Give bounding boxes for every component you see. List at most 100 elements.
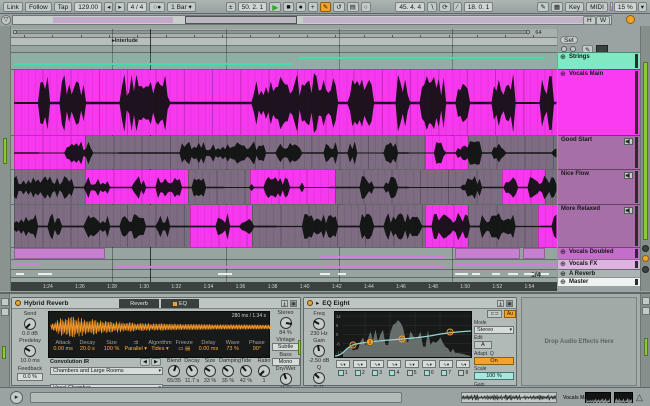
- audio-clip[interactable]: [320, 273, 330, 275]
- band-filter-type-select[interactable]: ∿▾: [422, 360, 436, 368]
- audio-clip[interactable]: [14, 170, 85, 204]
- track-lane-vocals-fx[interactable]: [11, 259, 557, 269]
- feedback-value[interactable]: 0.0 %: [17, 373, 43, 381]
- audio-clip[interactable]: [523, 248, 545, 259]
- damping-knob-stack-knob[interactable]: [222, 365, 234, 377]
- eq-eight-titlebar[interactable]: ▸ EQ Eight ⤓ ▣: [304, 298, 516, 309]
- band-enable-toggle[interactable]: [355, 370, 361, 376]
- zoom-width-button[interactable]: W: [596, 16, 610, 25]
- loop-end-handle[interactable]: [526, 30, 530, 34]
- hybrid-reverb-ir-display[interactable]: 280 ms / 1.34 s Attack0.00 msDecay20.0 s…: [48, 311, 270, 358]
- device-on-icon[interactable]: [307, 300, 313, 306]
- predelay-knob[interactable]: [24, 345, 36, 357]
- audio-clip[interactable]: [14, 263, 40, 265]
- audio-clip[interactable]: [115, 266, 320, 268]
- band-filter-type-select[interactable]: ∿▾: [387, 360, 401, 368]
- audio-clip[interactable]: [425, 136, 468, 169]
- audio-clip[interactable]: [335, 170, 502, 204]
- capture-midi-button[interactable]: ▤: [347, 2, 359, 12]
- cpu-menu-arrow[interactable]: ▾: [638, 2, 647, 12]
- hot-swap-icon[interactable]: ⤓: [497, 300, 504, 307]
- display-param-delay[interactable]: Delay0.00 ms: [196, 340, 220, 358]
- left-scroll-rail[interactable]: [0, 26, 11, 291]
- track-lane-strings[interactable]: [11, 52, 557, 69]
- midi-map-button[interactable]: MIDI: [586, 2, 608, 12]
- eq-q-knob-stack-knob[interactable]: [313, 372, 325, 384]
- loop-button[interactable]: ⟳: [439, 2, 450, 12]
- automation-arm-button[interactable]: ✎: [320, 2, 331, 12]
- vintage-select[interactable]: Subtle: [272, 343, 300, 351]
- adaptq-control[interactable]: On: [474, 357, 514, 365]
- link-button[interactable]: Link: [3, 2, 23, 12]
- track-fold-icon[interactable]: ⊕: [560, 270, 566, 277]
- track-lane-a-reverb[interactable]: [11, 269, 557, 277]
- device-view-tab[interactable]: [1, 308, 9, 316]
- track-header-vocals-fx[interactable]: ⊕Vocals FX: [558, 259, 640, 269]
- draw-mode-button[interactable]: ✎: [537, 2, 548, 12]
- device-drop-zone[interactable]: Drop Audio Effects Here: [521, 297, 637, 386]
- band-filter-type-select[interactable]: ∿▾: [439, 360, 453, 368]
- couple-mode-button[interactable]: ⊂⊃: [487, 310, 501, 318]
- tab-eq[interactable]: EQ: [161, 299, 199, 308]
- session-record-button[interactable]: ○: [361, 2, 371, 12]
- audio-clip[interactable]: [322, 266, 445, 268]
- audio-clip[interactable]: [14, 70, 557, 135]
- eq-freq-knob-stack-knob[interactable]: [313, 318, 325, 330]
- track-header-strings[interactable]: ⊕Strings: [558, 52, 640, 69]
- audio-clip[interactable]: [338, 273, 346, 275]
- track-lane-more-relaxed[interactable]: [11, 204, 557, 247]
- nudge-up-button[interactable]: ▸: [115, 2, 124, 12]
- rail-button-2[interactable]: [642, 255, 649, 262]
- audio-clip[interactable]: [85, 136, 425, 169]
- audio-clip[interactable]: [468, 205, 538, 247]
- send[interactable]: Send0.0 dB: [13, 311, 47, 337]
- eq-gain-knob-stack[interactable]: Gain-2.50 dB: [305, 338, 333, 364]
- audio-clip[interactable]: [320, 256, 445, 258]
- display-param-phase[interactable]: Phase90°: [245, 340, 269, 358]
- size-knob-stack[interactable]: Size33 %: [201, 358, 219, 386]
- ratio-knob-stack-knob[interactable]: [258, 365, 270, 377]
- bass-select[interactable]: Mono: [272, 358, 300, 366]
- audio-clip[interactable]: [524, 273, 534, 275]
- track-lane-good-start[interactable]: [11, 135, 557, 169]
- track-header-more-relaxed[interactable]: More Relaxed: [558, 204, 640, 247]
- track-lane-nice-flow[interactable]: [11, 169, 557, 204]
- audio-clip[interactable]: [455, 264, 557, 266]
- tap-tempo-button[interactable]: Tap: [54, 2, 72, 12]
- clip-overview-strip[interactable]: [461, 392, 557, 403]
- hot-swap-icon[interactable]: ⤓: [281, 300, 288, 307]
- send-knob[interactable]: [24, 318, 36, 330]
- audio-clip[interactable]: [14, 136, 85, 169]
- ir-category-select[interactable]: Chambers and Large Rooms: [50, 367, 163, 375]
- vertical-scrollbar[interactable]: [640, 26, 650, 291]
- track-header-master[interactable]: ⊕Master: [558, 277, 640, 286]
- audio-clip[interactable]: [85, 170, 188, 204]
- display-param-freeze[interactable]: Freeze▭ ▤: [172, 340, 196, 358]
- audio-clip[interactable]: [14, 205, 190, 247]
- audio-clip[interactable]: [455, 248, 520, 259]
- band-enable-toggle[interactable]: [407, 370, 413, 376]
- audio-clip[interactable]: [492, 273, 500, 275]
- track-fold-icon[interactable]: ⊕: [560, 70, 566, 78]
- band-enable-toggle[interactable]: [372, 370, 378, 376]
- band-enable-toggle[interactable]: [458, 370, 464, 376]
- band-enable-toggle[interactable]: [424, 370, 430, 376]
- save-preset-icon[interactable]: ▣: [290, 300, 297, 307]
- device-fold-icon[interactable]: ▸: [316, 299, 319, 307]
- track-header-vocals-doubled[interactable]: ⊕Vocals Doubled: [558, 247, 640, 259]
- track-header-good-start[interactable]: Good Start: [558, 135, 640, 169]
- loop-length-display[interactable]: 18. 0. 1: [464, 2, 494, 12]
- locator-marker[interactable]: ▸Interlude: [112, 38, 138, 46]
- tide-knob-stack[interactable]: Tide42 %: [237, 358, 255, 386]
- track-header-nice-flow[interactable]: Nice Flow: [558, 169, 640, 204]
- follow-button[interactable]: Follow: [25, 2, 52, 12]
- set-locator-button[interactable]: Set: [560, 36, 578, 44]
- track-lane-vocals-main[interactable]: [11, 69, 557, 135]
- band-filter-type-select[interactable]: ∿▾: [336, 360, 350, 368]
- tab-reverb[interactable]: Reverb: [119, 299, 159, 308]
- track-speaker-button[interactable]: [624, 172, 633, 179]
- track-header-a-reverb[interactable]: ⊕A Reverb: [558, 269, 640, 277]
- audio-clip[interactable]: [188, 170, 250, 204]
- metronome-button[interactable]: ○●: [149, 2, 165, 12]
- dry-wet-knob-stack-knob[interactable]: [280, 373, 292, 385]
